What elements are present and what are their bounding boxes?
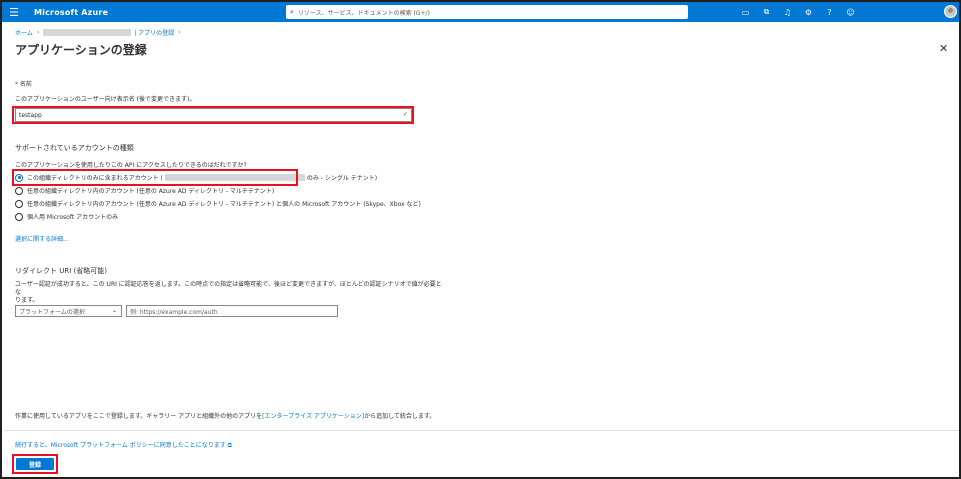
name-description: このアプリケーションのユーザー向け表示名 (後で変更できます)。 [15,96,196,103]
breadcrumb-tenant-redacted[interactable] [43,29,132,36]
radio-button[interactable] [15,212,23,221]
radio-multi-tenant-label: 任意の組織ディレクトリ内のアカウント (任意の Azure AD ディレクトリ … [27,188,275,195]
page-title: アプリケーションの登録 [15,43,147,57]
chevron-down-icon: ⌄ [111,307,117,314]
feedback-icon[interactable]: ☺ [842,5,859,19]
close-icon[interactable]: ✕ [939,42,948,55]
radio-personal-only[interactable]: 個人用 Microsoft アカウントのみ [15,212,118,221]
radio-personal-only-label: 個人用 Microsoft アカウントのみ [27,214,119,221]
directory-filter-icon[interactable]: ⧉ [758,5,775,19]
redirect-uri-placeholder: 例: https://example.com/auth [130,308,218,316]
radio-button[interactable] [15,186,23,195]
name-label-text: 名前 [19,81,32,88]
breadcrumb-separator-icon: › [178,29,181,36]
brand-title[interactable]: Microsoft Azure [34,8,108,17]
radio-button[interactable] [15,199,23,208]
account-types-help-link[interactable]: 選択に関する詳細... [15,234,69,243]
enterprise-note-prefix: 作業に使用しているアプリをここで登録します。ギャラリー アプリと組織外の他のアプ… [15,413,263,420]
top-bar-icons: ▭ ⧉ ♫ ⚙ ? ☺ [737,5,863,19]
radio-multi-tenant[interactable]: 任意の組織ディレクトリ内のアカウント (任意の Azure AD ディレクトリ … [15,186,274,195]
radio-multi-tenant-personal-label: 任意の組織ディレクトリ内のアカウント (任意の Azure AD ディレクトリ … [27,201,421,208]
breadcrumb-home[interactable]: ホーム [15,28,33,37]
radio-single-tenant-label-suffix: のみ - シングル テナント) [306,175,378,182]
search-icon: ⌕ [290,7,294,16]
platform-select[interactable]: プラットフォームの選択 ⌄ [15,305,122,317]
settings-gear-icon[interactable]: ⚙ [800,5,817,19]
radio-multi-tenant-personal[interactable]: 任意の組織ディレクトリ内のアカウント (任意の Azure AD ディレクトリ … [15,199,421,208]
breadcrumb-app-registrations[interactable]: | アプリの登録 [134,28,174,37]
footer-divider [4,430,959,431]
enterprise-app-note: 作業に使用しているアプリをここで登録します。ギャラリー アプリと組織外の他のアプ… [15,411,435,420]
redirect-desc-line1: ユーザー認証が成功すると、この URI に認証応答を返します。この時点での指定は… [15,281,442,296]
top-bar: ☰ Microsoft Azure ⌕ リソース、サービス、ドキュメントの検索 … [2,2,959,22]
cloud-shell-icon[interactable]: ▭ [737,5,754,19]
highlight-single-tenant [12,169,298,186]
hamburger-menu-icon[interactable]: ☰ [2,2,26,22]
platform-policy-link[interactable]: 続行すると、Microsoft プラットフォーム ポリシーに同意したことになりま… [15,440,232,450]
name-label: * 名前 [15,79,32,88]
account-types-question: このアプリケーションを使用したりこの API にアクセスしたりできるのはだれです… [15,162,247,169]
account-types-title: サポートされているアカウントの種類 [15,144,134,152]
help-icon[interactable]: ? [821,5,838,19]
required-mark: * [15,81,18,88]
platform-policy-link-text[interactable]: 続行すると、Microsoft プラットフォーム ポリシーに同意したことになりま… [15,442,226,449]
redirect-uri-input[interactable]: 例: https://example.com/auth [126,305,338,317]
highlight-register-button [12,454,58,474]
app-frame: ☰ Microsoft Azure ⌕ リソース、サービス、ドキュメントの検索 … [0,0,961,479]
external-link-icon: ⧉ [227,442,232,449]
enterprise-note-suffix: から追加して統合します。 [364,413,436,420]
redirect-uri-title: リダイレクト URI (省略可能) [15,267,107,275]
redirect-uri-description: ユーザー認証が成功すると、この URI に認証応答を返します。この時点での指定は… [15,281,445,305]
platform-select-value: プラットフォームの選択 [19,308,85,316]
user-avatar[interactable] [944,5,957,18]
enterprise-apps-link[interactable]: [エンタープライズ アプリケーション] [262,413,364,420]
search-placeholder: リソース、サービス、ドキュメントの検索 (G+/) [297,9,430,17]
highlight-name-input [12,106,414,124]
breadcrumb: ホーム › | アプリの登録 › [15,28,185,37]
global-search-input[interactable]: ⌕ リソース、サービス、ドキュメントの検索 (G+/) [286,5,688,19]
redirect-desc-line2: ります。 [15,297,39,304]
notifications-icon[interactable]: ♫ [779,5,796,19]
breadcrumb-separator-icon: › [36,29,40,36]
more-options-icon[interactable]: ··· [132,44,140,53]
